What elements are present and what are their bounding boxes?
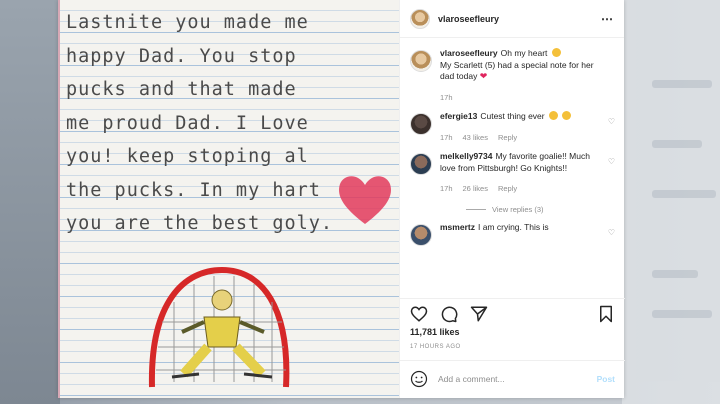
comment-icon[interactable]: [440, 305, 458, 323]
instagram-post: Lastnite you made me happy Dad. You stop…: [58, 0, 625, 398]
comments-list[interactable]: vlaroseefleury Oh my heart My Scarlett (5…: [400, 48, 625, 294]
comment-likes[interactable]: 43 likes: [463, 132, 488, 144]
comment-time[interactable]: 17h: [440, 132, 453, 144]
likes-count[interactable]: 11,781 likes: [410, 327, 460, 337]
caption-username[interactable]: vlaroseefleury: [440, 48, 498, 58]
reply-button[interactable]: Reply: [498, 132, 517, 144]
comment: efergie13 Cutest thing ever 17h 43 likes …: [410, 111, 615, 143]
emoji-smile-icon[interactable]: [410, 370, 428, 388]
post-header: vlaroseefleury ⋯: [400, 0, 624, 38]
post-comment-button[interactable]: Post: [597, 374, 615, 384]
caption-body: vlaroseefleury Oh my heart My Scarlett (5…: [440, 48, 610, 103]
caption-text: My Scarlett (5) had a special note for h…: [440, 59, 594, 82]
red-heart-icon: ❤: [479, 71, 488, 81]
comment-like-heart-icon[interactable]: ♡: [608, 228, 615, 246]
replies-dash: [466, 208, 486, 210]
caption-text: Oh my heart: [500, 48, 548, 58]
caption-time[interactable]: 17h: [440, 92, 453, 104]
comment-time[interactable]: 17h: [440, 183, 453, 195]
ghost-text-line: [652, 140, 702, 148]
share-icon[interactable]: [470, 305, 488, 323]
comment-meta: 17h 43 likes Reply: [440, 132, 604, 144]
avatar[interactable]: [410, 113, 432, 135]
smiling-face-icon: [548, 111, 558, 120]
drawn-heart: [339, 176, 391, 224]
ghost-text-line: [652, 270, 698, 278]
header-username[interactable]: vlaroseefleury: [438, 14, 601, 24]
comment-likes[interactable]: 26 likes: [463, 183, 488, 195]
notebook-margin: [58, 0, 60, 398]
comment-text: Cutest thing ever: [480, 111, 545, 121]
note-line: pucks and that made: [66, 79, 297, 100]
comment: msmertz I am crying. This is ♡: [410, 222, 615, 246]
avatar[interactable]: [410, 8, 430, 29]
post-photo[interactable]: Lastnite you made me happy Dad. You stop…: [58, 0, 399, 398]
post-time-ago: 17 HOURS AGO: [410, 344, 461, 350]
view-replies-label: View replies (3): [492, 204, 544, 214]
comment-body: efergie13 Cutest thing ever 17h 43 likes …: [440, 111, 604, 143]
comment: melkelly9734 My favorite goalie!! Much lo…: [410, 151, 615, 195]
comment-text: I am crying. This is: [477, 221, 549, 232]
backdrop-left-blur: [0, 0, 60, 404]
comment-body: msmertz I am crying. This is: [440, 222, 604, 246]
caption-meta: 17h: [440, 92, 610, 104]
ghost-text-line: [652, 190, 716, 198]
avatar[interactable]: [410, 223, 432, 246]
comment-username[interactable]: efergie13: [440, 111, 477, 121]
like-heart-icon[interactable]: [410, 305, 428, 323]
comment-username[interactable]: melkelly9734: [440, 151, 492, 161]
note-line: me proud Dad. I Love: [66, 112, 309, 134]
comment-body: melkelly9734 My favorite goalie!! Much lo…: [440, 151, 604, 195]
avatar[interactable]: [410, 50, 432, 72]
post-side-panel: vlaroseefleury ⋯ vlaroseefleury Oh my hea…: [399, 0, 625, 398]
ghost-text-line: [652, 80, 712, 88]
crying-face-icon: [551, 48, 561, 57]
caption: vlaroseefleury Oh my heart My Scarlett (5…: [410, 48, 615, 103]
avatar[interactable]: [410, 153, 432, 175]
heart-eyes-icon: [562, 111, 572, 120]
more-options-icon[interactable]: ⋯: [601, 12, 614, 26]
add-comment-row: Add a comment... Post: [400, 360, 625, 396]
comment-meta: 17h 26 likes Reply: [440, 183, 604, 195]
note-line: happy Dad. You stop: [66, 45, 297, 67]
comment-like-heart-icon[interactable]: ♡: [608, 157, 615, 195]
comment-username[interactable]: msmertz: [440, 222, 475, 232]
ghost-text-line: [652, 310, 712, 318]
bookmark-icon[interactable]: [597, 305, 615, 323]
view-replies[interactable]: View replies (3): [466, 205, 615, 214]
reply-button[interactable]: Reply: [498, 183, 517, 195]
note-line: Lastnite you made me: [66, 12, 309, 33]
backdrop-right-blur: [622, 0, 720, 404]
goalie-drawing: [148, 266, 290, 388]
add-comment-input[interactable]: Add a comment...: [438, 374, 597, 384]
comment-like-heart-icon[interactable]: ♡: [608, 117, 615, 143]
action-bar: [400, 298, 625, 328]
